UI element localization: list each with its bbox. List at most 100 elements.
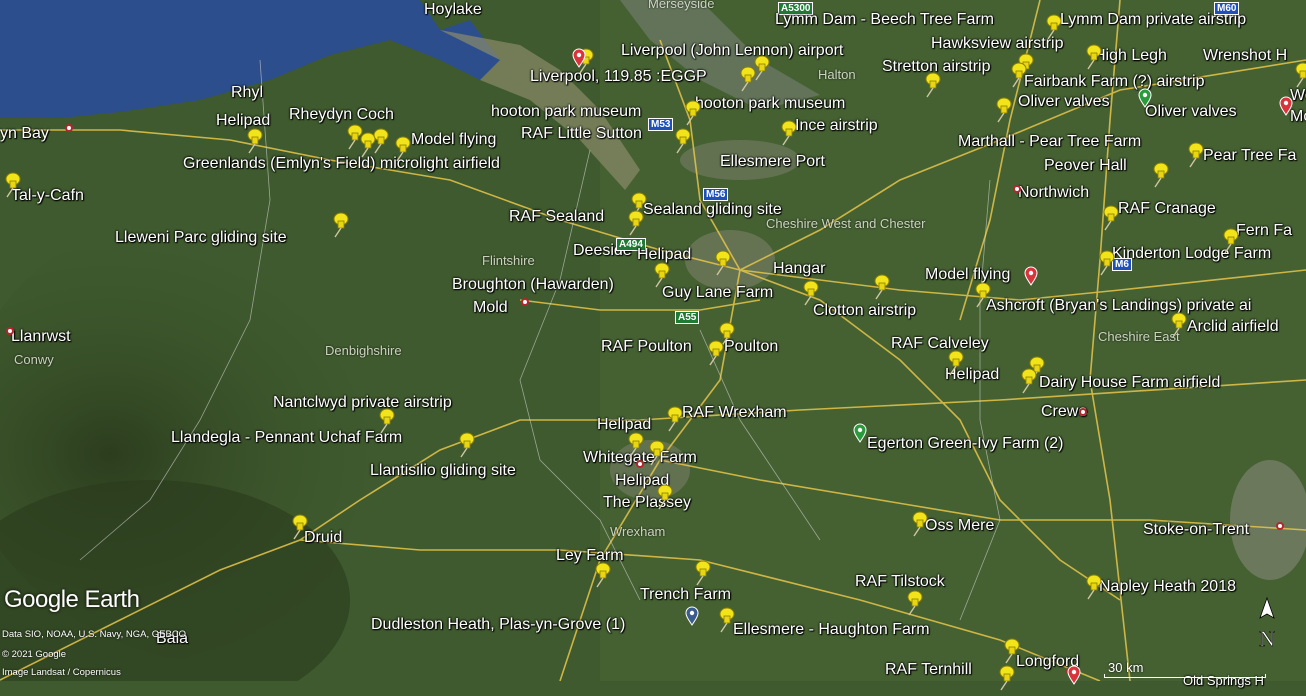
label-ince[interactable]: Ince airstrip (795, 117, 878, 135)
yellow-pushpin-icon[interactable] (625, 432, 645, 458)
label-greenlands[interactable]: Greenlands (Emlyn's Field) microlight ai… (183, 155, 500, 173)
yellow-pushpin-icon[interactable] (778, 120, 798, 146)
label-raf-tilstock[interactable]: RAF Tilstock (855, 573, 945, 591)
yellow-pushpin-icon[interactable] (625, 210, 645, 236)
yellow-pushpin-icon[interactable] (1220, 228, 1240, 254)
yellow-pushpin-icon[interactable] (244, 128, 264, 154)
label-ley-farm[interactable]: Ley Farm (556, 547, 624, 565)
helipad-marker-icon[interactable] (1138, 88, 1152, 108)
yellow-pushpin-icon[interactable] (909, 511, 929, 537)
yellow-pushpin-icon[interactable] (664, 406, 684, 432)
label-hangar[interactable]: Hangar (773, 260, 825, 278)
yellow-pushpin-icon[interactable] (945, 350, 965, 376)
label-pear-tree[interactable]: Pear Tree Fa (1203, 147, 1296, 165)
yellow-pushpin-icon[interactable] (376, 408, 396, 434)
yellow-pushpin-icon[interactable] (871, 274, 891, 300)
yellow-pushpin-icon[interactable] (800, 280, 820, 306)
yellow-pushpin-icon[interactable] (646, 440, 666, 466)
label-guy-lane[interactable]: Guy Lane Farm (662, 284, 773, 302)
helipad-marker-icon[interactable] (685, 606, 699, 626)
helipad-marker-icon[interactable] (572, 48, 586, 68)
yellow-pushpin-icon[interactable] (1185, 142, 1205, 168)
label-kinderton[interactable]: Kinderton Lodge Farm (1112, 245, 1271, 263)
label-dudleston[interactable]: Dudleston Heath, Plas-yn-Grove (1) (371, 616, 625, 634)
label-liverpool-airport[interactable]: Liverpool (John Lennon) airport (621, 42, 843, 60)
label-sealand-gliding[interactable]: Sealand gliding site (643, 201, 782, 219)
yellow-pushpin-icon[interactable] (654, 484, 674, 510)
yellow-pushpin-icon[interactable] (370, 128, 390, 154)
label-raf-poulton[interactable]: RAF Poulton (601, 338, 692, 356)
yellow-pushpin-icon[interactable] (1083, 574, 1103, 600)
label-plassey[interactable]: The Plassey (603, 494, 691, 512)
helipad-marker-icon[interactable] (1067, 665, 1081, 685)
label-oss-mere[interactable]: Oss Mere (925, 517, 994, 535)
label-raf-little-sutton[interactable]: RAF Little Sutton (521, 125, 642, 143)
label-druid[interactable]: Druid (304, 529, 342, 547)
yellow-pushpin-icon[interactable] (1150, 162, 1170, 188)
yellow-pushpin-icon[interactable] (1083, 44, 1103, 70)
label-llandegla[interactable]: Llandegla - Pennant Uchaf Farm (171, 429, 402, 447)
yellow-pushpin-icon[interactable] (1292, 62, 1306, 88)
label-nantclwyd[interactable]: Nantclwyd private airstrip (273, 394, 452, 412)
helipad-marker-icon[interactable] (1279, 96, 1293, 116)
yellow-pushpin-icon[interactable] (996, 665, 1016, 691)
label-arclid[interactable]: Arclid airfield (1187, 318, 1279, 336)
label-oliver-valves-1[interactable]: Oliver valves (1018, 93, 1110, 111)
yellow-pushpin-icon[interactable] (2, 172, 22, 198)
yellow-pushpin-icon[interactable] (705, 340, 725, 366)
label-raf-calveley[interactable]: RAF Calveley (891, 335, 989, 353)
label-lymm-beech[interactable]: Lymm Dam - Beech Tree Farm (775, 11, 994, 29)
label-hooton-1[interactable]: hooton park museum (491, 103, 641, 121)
label-raf-ternhill[interactable]: RAF Ternhill (885, 661, 972, 679)
yellow-pushpin-icon[interactable] (330, 212, 350, 238)
yellow-pushpin-icon[interactable] (1008, 62, 1028, 88)
label-peover[interactable]: Peover Hall (1044, 157, 1127, 175)
helipad-marker-icon[interactable] (853, 423, 867, 443)
yellow-pushpin-icon[interactable] (1018, 368, 1038, 394)
north-arrow-icon[interactable]: N (1254, 596, 1280, 652)
yellow-pushpin-icon[interactable] (1043, 14, 1063, 40)
yellow-pushpin-icon[interactable] (592, 562, 612, 588)
label-clotton[interactable]: Clotton airstrip (813, 302, 916, 320)
label-wrenshot[interactable]: Wrenshot H (1203, 47, 1287, 65)
yellow-pushpin-icon[interactable] (712, 250, 732, 276)
label-marthall[interactable]: Marthall - Pear Tree Farm (958, 133, 1141, 151)
yellow-pushpin-icon[interactable] (993, 97, 1013, 123)
label-fern[interactable]: Fern Fa (1236, 222, 1292, 240)
yellow-pushpin-icon[interactable] (1001, 638, 1021, 664)
helipad-marker-icon[interactable] (1024, 266, 1038, 286)
label-ellesmere-haughton[interactable]: Ellesmere - Haughton Farm (733, 621, 930, 639)
yellow-pushpin-icon[interactable] (904, 590, 924, 616)
label-broughton[interactable]: Broughton (Hawarden) (452, 276, 614, 294)
yellow-pushpin-icon[interactable] (392, 136, 412, 162)
yellow-pushpin-icon[interactable] (289, 514, 309, 540)
label-model-flying-2[interactable]: Model flying (925, 266, 1010, 284)
yellow-pushpin-icon[interactable] (682, 100, 702, 126)
label-high-legh[interactable]: High Legh (1094, 47, 1167, 65)
label-lleweni[interactable]: Lleweni Parc gliding site (115, 229, 287, 247)
yellow-pushpin-icon[interactable] (972, 282, 992, 308)
yellow-pushpin-icon[interactable] (1100, 205, 1120, 231)
yellow-pushpin-icon[interactable] (692, 560, 712, 586)
label-egerton[interactable]: Egerton Green-Ivy Farm (2) (867, 435, 1064, 453)
label-liverpool-freq[interactable]: Liverpool, 119.85 :EGGP (530, 68, 707, 86)
label-raf-wrexham[interactable]: RAF Wrexham (682, 404, 787, 422)
yellow-pushpin-icon[interactable] (922, 72, 942, 98)
label-trench[interactable]: Trench Farm (640, 586, 731, 604)
yellow-pushpin-icon[interactable] (456, 432, 476, 458)
label-hooton-2[interactable]: hooton park museum (695, 95, 845, 113)
label-dairy-house[interactable]: Dairy House Farm airfield (1039, 374, 1220, 392)
yellow-pushpin-icon[interactable] (651, 262, 671, 288)
label-ashcroft[interactable]: Ashcroft (Bryan's Landings) private ai (986, 297, 1251, 315)
label-raf-cranage[interactable]: RAF Cranage (1118, 200, 1216, 218)
label-napley[interactable]: Napley Heath 2018 (1099, 578, 1236, 596)
yellow-pushpin-icon[interactable] (716, 607, 736, 633)
label-fairbank[interactable]: Fairbank Farm (?) airstrip (1024, 73, 1204, 91)
label-rhyedyn[interactable]: Rheydyn Coch (289, 106, 394, 124)
label-rhyl-model-flying[interactable]: Model flying (411, 131, 496, 149)
label-raf-sealand[interactable]: RAF Sealand (509, 208, 604, 226)
yellow-pushpin-icon[interactable] (737, 66, 757, 92)
label-oliver-valves-2[interactable]: Oliver valves (1145, 103, 1237, 121)
label-llantisilio[interactable]: Llantisilio gliding site (370, 462, 516, 480)
yellow-pushpin-icon[interactable] (1168, 312, 1188, 338)
